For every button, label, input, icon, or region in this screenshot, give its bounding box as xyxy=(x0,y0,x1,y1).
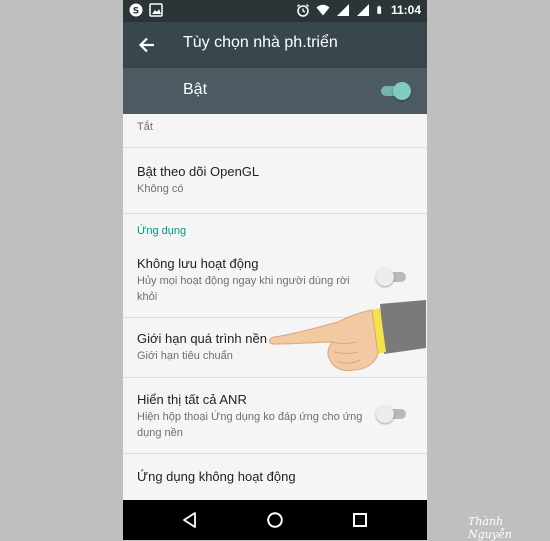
pointing-hand-icon xyxy=(269,300,426,371)
toggle-thumb xyxy=(376,405,394,423)
show-all-anrs-toggle[interactable] xyxy=(376,405,410,423)
toggle-thumb xyxy=(376,268,394,286)
clock: 11:04 xyxy=(390,3,421,17)
section-header-apps: Ứng dụng xyxy=(137,225,187,237)
item-title: Hiển thị tất cả ANR xyxy=(137,392,247,407)
arrow-back-icon[interactable] xyxy=(137,35,157,55)
skype-icon: S xyxy=(129,3,143,17)
recents-square-icon[interactable] xyxy=(351,511,369,529)
status-bar: S 11:04 xyxy=(123,0,427,22)
master-toggle[interactable] xyxy=(379,82,413,100)
master-switch-label: Bật xyxy=(183,81,208,98)
image-icon xyxy=(149,3,163,17)
item-title: Ứng dụng không hoạt động xyxy=(137,469,296,484)
svg-text:S: S xyxy=(133,7,139,17)
item-title: Không lưu hoạt động xyxy=(137,256,259,271)
navigation-bar xyxy=(123,500,427,540)
list-item-opengl-trace[interactable]: Bật theo dõi OpenGL Không có xyxy=(123,148,427,214)
item-title: Giới hạn quá trình nền xyxy=(137,331,267,346)
signal-icon xyxy=(356,4,369,16)
list-item-inactive-apps[interactable]: Ứng dụng không hoạt động xyxy=(123,454,427,500)
page-title: Tùy chọn nhà ph.triển xyxy=(183,34,338,51)
toggle-thumb xyxy=(393,82,411,100)
list-item-tat[interactable]: Tắt xyxy=(123,114,427,148)
divider xyxy=(123,213,427,214)
phone-screen: S 11:04 Tùy chọn nhà ph.triển Bật Tắt Bậ… xyxy=(123,0,427,540)
app-bar: Tùy chọn nhà ph.triển xyxy=(123,22,427,68)
signal-icon xyxy=(336,4,349,16)
item-summary: Tắt xyxy=(137,121,153,133)
item-summary: Không có xyxy=(137,183,184,195)
item-title: Bật theo dõi OpenGL xyxy=(137,164,260,179)
home-circle-icon[interactable] xyxy=(266,511,284,529)
dont-keep-activities-toggle[interactable] xyxy=(376,268,410,286)
master-switch-bar[interactable]: Bật xyxy=(123,68,427,114)
wifi-icon xyxy=(316,4,330,16)
watermark: Thành Nguyễn xyxy=(468,515,512,541)
battery-icon xyxy=(377,5,382,14)
back-triangle-icon[interactable] xyxy=(181,511,199,529)
item-summary: Hiện hộp thoại Ứng dụng ko đáp ứng cho ứ… xyxy=(137,411,363,439)
alarm-icon xyxy=(297,4,309,17)
list-item-show-all-anrs[interactable]: Hiển thị tất cả ANR Hiện hộp thoại Ứng d… xyxy=(123,378,427,453)
